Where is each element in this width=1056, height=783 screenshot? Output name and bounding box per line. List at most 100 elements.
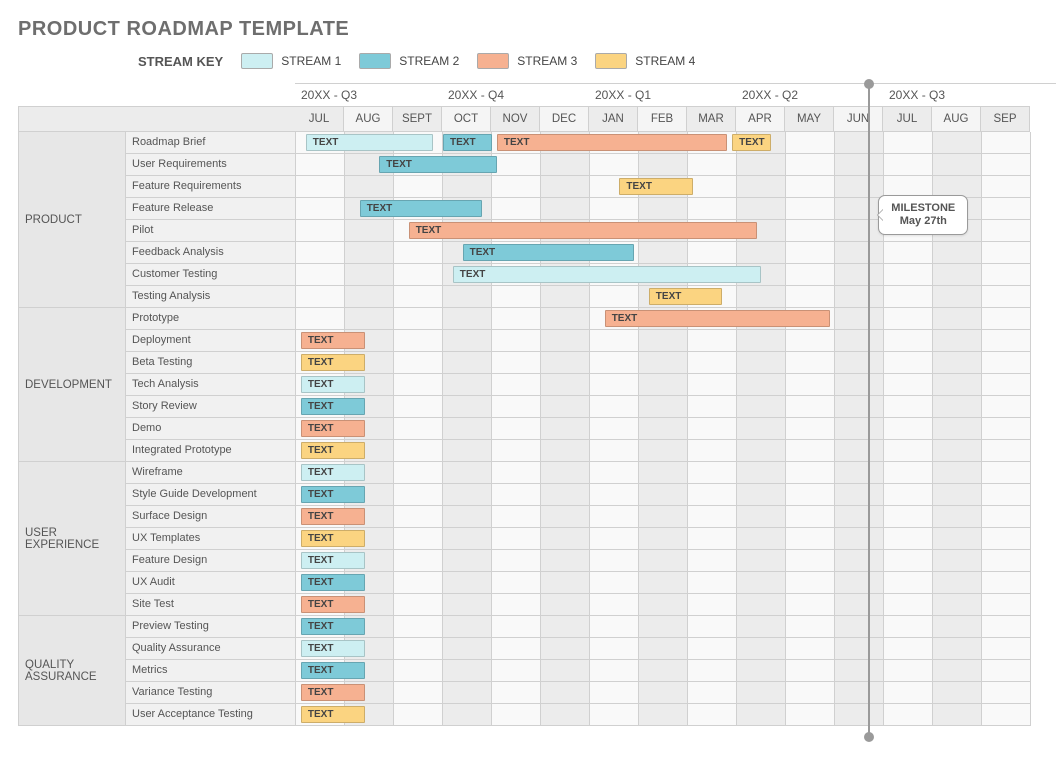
gantt-bar[interactable]: TEXT <box>619 178 693 195</box>
table-row: Style Guide DevelopmentTEXT <box>126 484 1056 506</box>
row-label: Pilot <box>126 220 296 242</box>
legend-label: STREAM 1 <box>281 54 341 68</box>
table-row: Integrated Prototype TEXT <box>126 440 1056 462</box>
table-row: User Acceptance TestingTEXT <box>126 704 1056 726</box>
milestone-date: May 27th <box>891 215 955 228</box>
row-grid: TEXT <box>296 242 1031 264</box>
table-row: Feature Design TEXT <box>126 550 1056 572</box>
gantt-bar[interactable]: TEXT <box>301 398 365 415</box>
row-grid: TEXT <box>296 528 1031 550</box>
group-label: DEVELOPMENT <box>19 308 126 462</box>
row-grid: TEXT <box>296 638 1031 660</box>
gantt-bar[interactable]: TEXT <box>301 464 365 481</box>
table-row: Prototype TEXT <box>126 308 1056 330</box>
gantt-bar[interactable]: TEXT <box>301 706 365 723</box>
month-label: JAN <box>589 106 638 132</box>
quarter-header: 20XX - Q320XX - Q420XX - Q120XX - Q220XX… <box>295 83 1056 106</box>
table-row: Story ReviewTEXT <box>126 396 1056 418</box>
gantt-bar[interactable]: TEXT <box>463 244 635 261</box>
gantt-bar[interactable]: TEXT <box>301 420 365 437</box>
legend-item-1: STREAM 1 <box>241 53 341 69</box>
month-label: AUG <box>344 106 393 132</box>
row-grid: TEXT <box>296 418 1031 440</box>
quarter-label: 20XX - Q4 <box>442 84 589 106</box>
row-label: Beta Testing <box>126 352 296 374</box>
row-grid: TEXT <box>296 682 1031 704</box>
quarter-label: 20XX - Q1 <box>589 84 736 106</box>
gantt-bar[interactable]: TEXT <box>649 288 723 305</box>
group-rows: PrototypeTEXTDeploymentTEXTBeta TestingT… <box>126 308 1056 462</box>
gantt-bar[interactable]: TEXT <box>301 530 365 547</box>
table-row: Testing Analysis TEXT <box>126 286 1056 308</box>
row-label: Testing Analysis <box>126 286 296 308</box>
gantt-bar[interactable]: TEXT <box>301 684 365 701</box>
month-label: DEC <box>540 106 589 132</box>
table-row: WireframeTEXT <box>126 462 1056 484</box>
row-label: Preview Testing <box>126 616 296 638</box>
month-label: JUN <box>834 106 883 132</box>
month-header: JULAUGSEPTOCTNOVDECJANFEBMARAPRMAYJUNJUL… <box>18 106 1056 132</box>
row-label: Prototype <box>126 308 296 330</box>
gantt-bar[interactable]: TEXT <box>379 156 497 173</box>
row-grid: TEXT <box>296 704 1031 726</box>
gantt-bar[interactable]: TEXT <box>301 618 365 635</box>
gantt-bar[interactable]: TEXT <box>453 266 762 283</box>
row-grid: TEXT <box>296 572 1031 594</box>
row-label: Roadmap Brief <box>126 132 296 154</box>
row-grid: TEXT <box>296 374 1031 396</box>
month-label: SEPT <box>393 106 442 132</box>
month-label: OCT <box>442 106 491 132</box>
table-row: Metrics TEXT <box>126 660 1056 682</box>
gantt-bar[interactable]: TEXT <box>301 574 365 591</box>
row-label: Demo <box>126 418 296 440</box>
table-row: DeploymentTEXT <box>126 330 1056 352</box>
month-label: FEB <box>638 106 687 132</box>
row-grid: TEXT <box>296 550 1031 572</box>
gantt-bar[interactable]: TEXT <box>301 376 365 393</box>
gantt-bar[interactable]: TEXT <box>306 134 433 151</box>
milestone-title: MILESTONE <box>891 202 955 215</box>
gantt-bar[interactable]: TEXT <box>732 134 771 151</box>
gantt-bar[interactable]: TEXT <box>301 640 365 657</box>
gantt-bar[interactable]: TEXT <box>360 200 483 217</box>
quarter-label: 20XX - Q2 <box>736 84 883 106</box>
legend-swatch <box>241 53 273 69</box>
group: USER EXPERIENCEWireframeTEXTStyle Guide … <box>19 462 1056 616</box>
legend-item-3: STREAM 3 <box>477 53 577 69</box>
gantt-bar[interactable]: TEXT <box>301 332 365 349</box>
gantt-bar[interactable]: TEXT <box>443 134 492 151</box>
legend-label: STREAM 3 <box>517 54 577 68</box>
gantt-bar[interactable]: TEXT <box>301 442 365 459</box>
gantt-bar[interactable]: TEXT <box>605 310 830 327</box>
row-grid: TEXT <box>296 506 1031 528</box>
row-label: Integrated Prototype <box>126 440 296 462</box>
table-row: UX TemplatesTEXT <box>126 528 1056 550</box>
row-label: Feature Design <box>126 550 296 572</box>
legend-title: STREAM KEY <box>138 54 223 69</box>
gantt-bar[interactable]: TEXT <box>301 508 365 525</box>
month-label: MAY <box>785 106 834 132</box>
gantt-bar[interactable]: TEXT <box>301 486 365 503</box>
gantt-bar[interactable]: TEXT <box>497 134 727 151</box>
legend-label: STREAM 2 <box>399 54 459 68</box>
gantt-bar[interactable]: TEXT <box>301 552 365 569</box>
row-grid: TEXT TEXT TEXT TEXT <box>296 132 1031 154</box>
gantt-bar[interactable]: TEXT <box>409 222 757 239</box>
gantt-bar[interactable]: TEXT <box>301 662 365 679</box>
row-grid: TEXT <box>296 462 1031 484</box>
row-label: Feedback Analysis <box>126 242 296 264</box>
group-label: QUALITY ASSURANCE <box>19 616 126 726</box>
table-row: Variance TestingTEXT <box>126 682 1056 704</box>
month-label: NOV <box>491 106 540 132</box>
gantt-bar[interactable]: TEXT <box>301 354 365 371</box>
quarter-label: 20XX - Q3 <box>883 84 1030 106</box>
legend-swatch <box>359 53 391 69</box>
row-label: Metrics <box>126 660 296 682</box>
row-label: Tech Analysis <box>126 374 296 396</box>
row-grid: TEXT <box>296 594 1031 616</box>
row-label: Feature Requirements <box>126 176 296 198</box>
table-row: Customer TestingTEXT <box>126 264 1056 286</box>
legend-swatch <box>595 53 627 69</box>
milestone-dot-icon <box>864 732 874 742</box>
gantt-bar[interactable]: TEXT <box>301 596 365 613</box>
